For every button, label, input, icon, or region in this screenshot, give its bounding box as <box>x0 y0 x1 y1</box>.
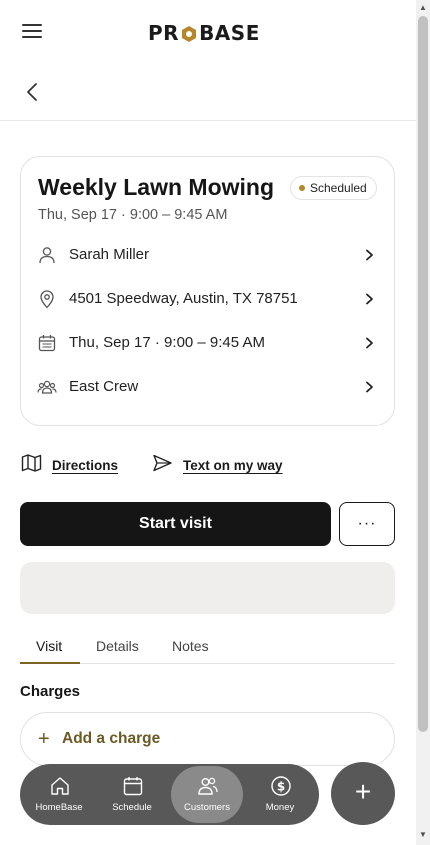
visit-tabs: Visit Details Notes <box>20 636 395 664</box>
crew-text: East Crew <box>69 378 139 395</box>
dollar-icon: $ <box>270 775 292 797</box>
home-icon <box>49 775 71 797</box>
plus-icon: + <box>354 776 372 807</box>
map-icon <box>21 453 42 478</box>
add-charge-label: Add a charge <box>62 730 161 747</box>
nav-schedule-label: Schedule <box>112 802 152 813</box>
chevron-right-icon <box>362 380 376 394</box>
nav-customers-label: Customers <box>184 802 230 813</box>
back-arrow-icon[interactable] <box>22 81 44 103</box>
customers-icon <box>197 775 219 797</box>
nav-homebase[interactable]: HomeBase <box>23 766 95 823</box>
visit-card: Weekly Lawn Mowing Scheduled Thu, Sep 17… <box>20 156 395 426</box>
chevron-right-icon <box>362 336 376 350</box>
back-row <box>0 64 416 121</box>
visit-title: Weekly Lawn Mowing <box>38 174 274 200</box>
address-text: 4501 Speedway, Austin, TX 78751 <box>69 290 298 307</box>
directions-label: Directions <box>52 457 119 473</box>
schedule-row[interactable]: Thu, Sep 17 · 9:00 – 9:45 AM <box>21 322 394 366</box>
logo-text-suffix: BASE <box>199 21 260 45</box>
charges-heading: Charges <box>20 683 81 700</box>
text-on-my-way-link[interactable]: Text on my way <box>152 453 283 477</box>
visit-subtitle: Thu, Sep 17 · 9:00 – 9:45 AM <box>38 207 228 223</box>
crew-group-icon <box>37 377 57 397</box>
location-pin-icon <box>37 289 57 309</box>
hamburger-menu-icon[interactable] <box>22 24 42 40</box>
nav-homebase-label: HomeBase <box>35 802 83 813</box>
tab-details[interactable]: Details <box>96 638 139 664</box>
nav-schedule[interactable]: Schedule <box>96 766 168 823</box>
customer-name: Sarah Miller <box>69 246 150 263</box>
crew-row[interactable]: East Crew <box>21 366 394 410</box>
status-dot <box>299 185 305 191</box>
add-fab-button[interactable]: + <box>331 762 395 825</box>
address-row[interactable]: 4501 Speedway, Austin, TX 78751 <box>21 278 394 322</box>
nav-money-label: Money <box>265 802 295 813</box>
add-charge-button[interactable]: + Add a charge <box>20 712 395 766</box>
svg-text:$: $ <box>277 780 285 794</box>
start-visit-button[interactable]: Start visit <box>20 502 331 546</box>
scroll-down-arrow-icon[interactable]: ▼ <box>419 830 427 839</box>
app-logo[interactable]: PR BASE <box>148 21 260 45</box>
status-badge: Scheduled <box>290 176 377 200</box>
chevron-right-icon <box>362 292 376 306</box>
chevron-right-icon <box>362 248 376 262</box>
calendar-icon <box>37 333 57 353</box>
calendar-icon <box>122 775 144 797</box>
scroll-up-arrow-icon[interactable]: ▲ <box>419 3 427 12</box>
top-bar: PR BASE <box>0 0 416 64</box>
nav-money[interactable]: $ Money <box>244 766 316 823</box>
active-tab-indicator <box>20 662 80 664</box>
nav-customers[interactable]: Customers <box>171 766 243 823</box>
scroll-thumb[interactable] <box>418 16 428 732</box>
send-icon <box>152 453 173 478</box>
schedule-text: Thu, Sep 17 · 9:00 – 9:45 AM <box>69 334 265 351</box>
person-icon <box>37 245 57 265</box>
logo-hexagon-icon <box>180 24 198 42</box>
bottom-nav: HomeBase Schedule Customers $ Money <box>20 764 319 825</box>
scrollbar[interactable]: ▲ ▼ <box>416 0 430 845</box>
status-label: Scheduled <box>310 181 367 195</box>
loading-placeholder <box>20 562 395 614</box>
tab-notes[interactable]: Notes <box>172 638 209 664</box>
directions-link[interactable]: Directions <box>21 453 118 477</box>
more-options-button[interactable]: ··· <box>339 502 395 546</box>
logo-text-prefix: PR <box>148 21 180 45</box>
customer-row[interactable]: Sarah Miller <box>21 234 394 278</box>
plus-icon: + <box>38 728 50 750</box>
text-on-my-way-label: Text on my way <box>183 457 283 473</box>
tab-visit[interactable]: Visit <box>36 638 62 664</box>
